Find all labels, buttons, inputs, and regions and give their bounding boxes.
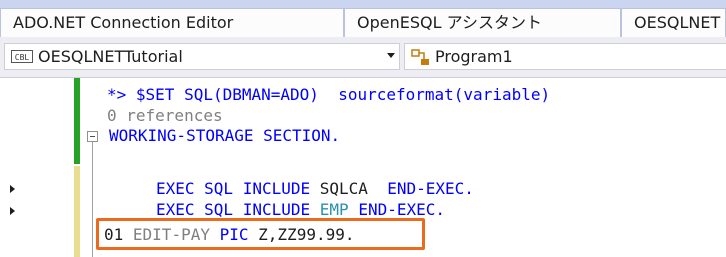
- project-dropdown[interactable]: CBL OESQLNETTutorial: [4, 43, 400, 70]
- unsaved-changes-bar: [74, 166, 80, 257]
- comment-marker: *>: [107, 85, 136, 104]
- highlight-box: [96, 218, 425, 250]
- navigation-bar: CBL OESQLNETTutorial Program1: [0, 37, 726, 78]
- include-name: SQLCA: [319, 179, 368, 198]
- tab-ado-net-connection-editor[interactable]: ADO.NET Connection Editor: [0, 8, 344, 37]
- code-line-working-storage: WORKING-STORAGE SECTION.: [109, 126, 341, 145]
- outline-guide: [92, 142, 93, 257]
- code-line-include-sqlca: EXEC SQL INCLUDE SQLCA END-EXEC.: [156, 179, 474, 198]
- codelens-references[interactable]: 0 references: [107, 106, 223, 125]
- member-name: Program1: [435, 47, 513, 66]
- project-name: OESQLNETTutorial: [38, 47, 183, 66]
- glyph-arrow-icon: [10, 185, 15, 193]
- glyph-arrow-icon: [10, 207, 15, 215]
- member-dropdown[interactable]: Program1: [404, 43, 726, 70]
- exec-sql-keyword: EXEC SQL INCLUDE: [156, 179, 311, 198]
- include-name: EMP: [319, 200, 349, 219]
- collapse-icon[interactable]: [87, 131, 98, 142]
- end-exec-keyword: END-EXEC.: [387, 179, 474, 198]
- code-line-set-directive: *> $SET SQL(DBMAN=ADO) sourceformat(vari…: [107, 85, 550, 104]
- document-tab-strip: ADO.NET Connection Editor OpenESQL アシスタン…: [0, 0, 726, 37]
- tab-label: OESQLNET: [634, 13, 721, 32]
- exec-sql-keyword: EXEC SQL INCLUDE: [156, 200, 311, 219]
- tab-openesql-assistant[interactable]: OpenESQL アシスタント: [344, 8, 621, 37]
- chevron-down-icon[interactable]: [387, 53, 395, 58]
- end-exec-keyword: END-EXEC.: [358, 200, 446, 219]
- cobol-project-icon: CBL: [11, 50, 33, 63]
- tab-label: ADO.NET Connection Editor: [13, 13, 234, 32]
- code-editor[interactable]: *> $SET SQL(DBMAN=ADO) sourceformat(vari…: [0, 78, 726, 257]
- editor-gutter: [0, 78, 98, 257]
- class-member-icon: [411, 49, 429, 65]
- code-line-include-emp: EXEC SQL INCLUDE EMP END-EXEC.: [156, 200, 445, 219]
- tab-oesqlnet[interactable]: OESQLNET: [621, 8, 726, 37]
- directive-text: $SET SQL(DBMAN=ADO) sourceformat(variabl…: [135, 85, 551, 104]
- saved-changes-bar: [74, 78, 80, 164]
- tab-label: OpenESQL アシスタント: [357, 13, 542, 32]
